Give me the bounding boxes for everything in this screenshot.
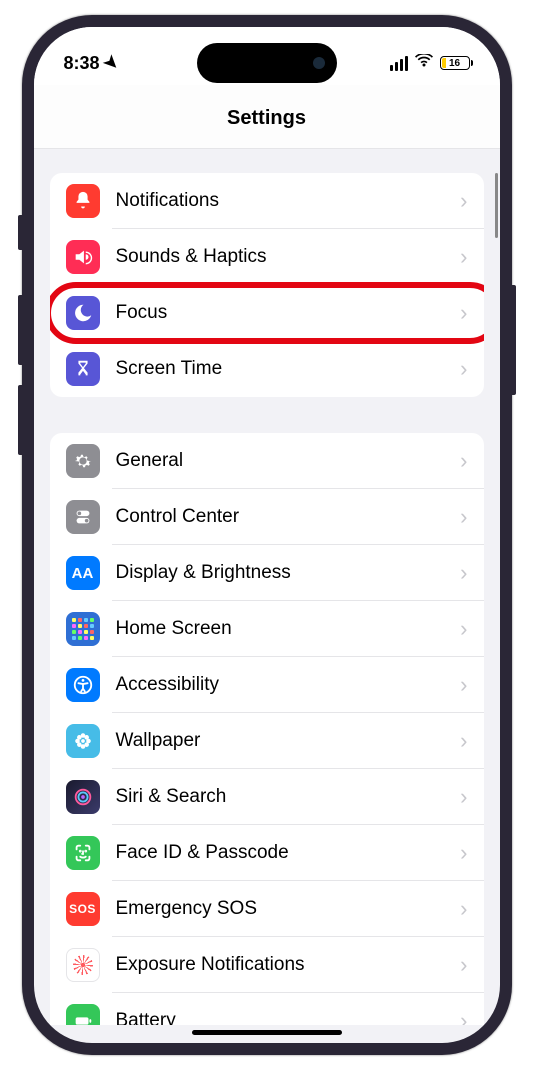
row-homescreen[interactable]: Home Screen › <box>50 601 484 657</box>
chevron-right-icon: › <box>460 616 467 642</box>
side-buttons-right <box>512 285 516 395</box>
hourglass-icon <box>66 352 100 386</box>
row-faceid[interactable]: Face ID & Passcode › <box>50 825 484 881</box>
status-left: 8:38 ➤ <box>64 53 118 74</box>
settings-group-2: General › Control Center › AA Display & … <box>50 433 484 1025</box>
bell-icon <box>66 184 100 218</box>
settings-group-1: Notifications › Sounds & Haptics › Focus… <box>50 173 484 397</box>
volume-down-button[interactable] <box>18 385 22 455</box>
row-label: Accessibility <box>116 674 461 696</box>
text-size-icon: AA <box>66 556 100 590</box>
row-wallpaper[interactable]: Wallpaper › <box>50 713 484 769</box>
moon-icon <box>66 296 100 330</box>
chevron-right-icon: › <box>460 300 467 326</box>
chevron-right-icon: › <box>460 504 467 530</box>
volume-up-button[interactable] <box>18 295 22 365</box>
camera-dot <box>313 57 325 69</box>
row-label: Sounds & Haptics <box>116 246 461 268</box>
cellular-icon <box>390 56 408 71</box>
status-right: 16 <box>390 54 470 73</box>
row-accessibility[interactable]: Accessibility › <box>50 657 484 713</box>
face-icon <box>66 836 100 870</box>
battery-icon: 16 <box>440 56 470 70</box>
phone-frame: 8:38 ➤ 16 Settings <box>22 15 512 1055</box>
chevron-right-icon: › <box>460 448 467 474</box>
side-buttons-left <box>18 215 22 475</box>
row-label: Face ID & Passcode <box>116 842 461 864</box>
wifi-icon <box>415 54 433 73</box>
home-indicator[interactable] <box>192 1030 342 1035</box>
chevron-right-icon: › <box>460 728 467 754</box>
chevron-right-icon: › <box>460 672 467 698</box>
chevron-right-icon: › <box>460 952 467 978</box>
dynamic-island <box>197 43 337 83</box>
clock: 8:38 <box>64 53 100 74</box>
home-grid-icon <box>66 612 100 646</box>
row-display[interactable]: AA Display & Brightness › <box>50 545 484 601</box>
page-title: Settings <box>34 107 500 130</box>
row-controlcenter[interactable]: Control Center › <box>50 489 484 545</box>
chevron-right-icon: › <box>460 896 467 922</box>
row-screentime[interactable]: Screen Time › <box>50 341 484 397</box>
row-label: Display & Brightness <box>116 562 461 584</box>
row-label: Wallpaper <box>116 730 461 752</box>
row-label: Exposure Notifications <box>116 954 461 976</box>
row-label: Notifications <box>116 190 461 212</box>
speaker-icon <box>66 240 100 274</box>
battery-percent: 16 <box>449 58 460 69</box>
switches-icon <box>66 500 100 534</box>
siri-icon <box>66 780 100 814</box>
sos-icon: SOS <box>66 892 100 926</box>
row-label: Home Screen <box>116 618 461 640</box>
row-label: Emergency SOS <box>116 898 461 920</box>
chevron-right-icon: › <box>460 840 467 866</box>
chevron-right-icon: › <box>460 244 467 270</box>
row-focus[interactable]: Focus › <box>50 285 484 341</box>
row-label: Battery <box>116 1010 461 1025</box>
row-notifications[interactable]: Notifications › <box>50 173 484 229</box>
chevron-right-icon: › <box>460 356 467 382</box>
exposure-icon <box>66 948 100 982</box>
content[interactable]: Notifications › Sounds & Haptics › Focus… <box>34 149 500 1025</box>
screen: 8:38 ➤ 16 Settings <box>34 27 500 1043</box>
row-label: Focus <box>116 302 461 324</box>
row-label: Siri & Search <box>116 786 461 808</box>
mute-switch[interactable] <box>18 215 22 250</box>
row-label: General <box>116 450 461 472</box>
row-label: Control Center <box>116 506 461 528</box>
chevron-right-icon: › <box>460 560 467 586</box>
row-sos[interactable]: SOS Emergency SOS › <box>50 881 484 937</box>
row-siri[interactable]: Siri & Search › <box>50 769 484 825</box>
nav-header: Settings <box>34 85 500 149</box>
flower-icon <box>66 724 100 758</box>
row-battery[interactable]: Battery › <box>50 993 484 1025</box>
accessibility-icon <box>66 668 100 702</box>
row-label: Screen Time <box>116 358 461 380</box>
row-general[interactable]: General › <box>50 433 484 489</box>
chevron-right-icon: › <box>460 188 467 214</box>
battery-icon <box>66 1004 100 1025</box>
row-sounds[interactable]: Sounds & Haptics › <box>50 229 484 285</box>
power-button[interactable] <box>512 285 516 395</box>
row-exposure[interactable]: Exposure Notifications › <box>50 937 484 993</box>
gear-icon <box>66 444 100 478</box>
location-icon: ➤ <box>99 51 123 75</box>
chevron-right-icon: › <box>460 1008 467 1025</box>
scrollbar[interactable] <box>495 173 498 238</box>
chevron-right-icon: › <box>460 784 467 810</box>
